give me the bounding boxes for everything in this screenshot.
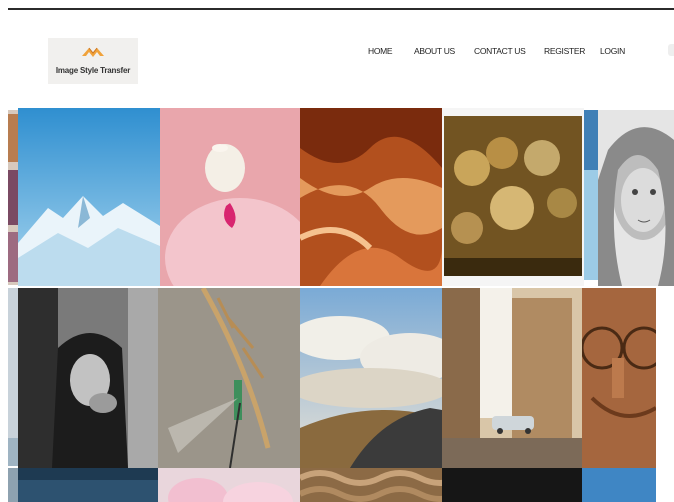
blank-overlay (656, 346, 674, 476)
gallery-tile-clouds-and-road[interactable] (300, 288, 442, 468)
partial-tile-left-3 (8, 468, 18, 502)
gallery-tile-old-man-glasses[interactable] (582, 288, 656, 468)
gallery-tile-blue-tile[interactable] (582, 468, 656, 502)
gallery-tile-pink-flamingo[interactable] (160, 108, 300, 286)
nav-contact-us[interactable]: CONTACT US (474, 46, 526, 56)
nav-about-us[interactable]: ABOUT US (414, 46, 455, 56)
gallery-tile-city-street-car[interactable] (442, 288, 582, 468)
nav-register[interactable]: REGISTER (544, 46, 585, 56)
nav-home[interactable]: HOME (368, 46, 393, 56)
gallery-tile-blue-strip[interactable] (584, 110, 598, 280)
gallery-tile-pencil-sketch-portrait[interactable] (598, 110, 674, 286)
partial-tile-left (8, 110, 18, 285)
gallery-tile-dragonfly-on-stem[interactable] (158, 288, 300, 468)
partial-tile-left-2 (8, 288, 18, 466)
nav-login[interactable]: LOGIN (600, 46, 625, 56)
gallery-tile-painted-movie-poster[interactable] (442, 108, 584, 286)
gallery-tile-icy-mountains[interactable] (18, 108, 160, 286)
gallery-tile-bw-child-portrait[interactable] (18, 288, 158, 468)
gallery-tile-rope-texture[interactable] (300, 468, 442, 502)
scroll-edge-handle (668, 44, 674, 56)
logo-text: Image Style Transfer (55, 66, 131, 75)
site-logo[interactable]: Image Style Transfer (48, 38, 138, 84)
gallery-tile-dark-tile[interactable] (442, 468, 582, 502)
gallery-tile-pink-flower[interactable] (158, 468, 300, 502)
top-divider-line (8, 8, 674, 10)
gallery-tile-dark-blue-water[interactable] (18, 468, 158, 502)
gallery-tile-orange-canyon[interactable] (300, 108, 442, 286)
main-nav: HOME ABOUT US CONTACT US REGISTER LOGIN (0, 46, 674, 58)
